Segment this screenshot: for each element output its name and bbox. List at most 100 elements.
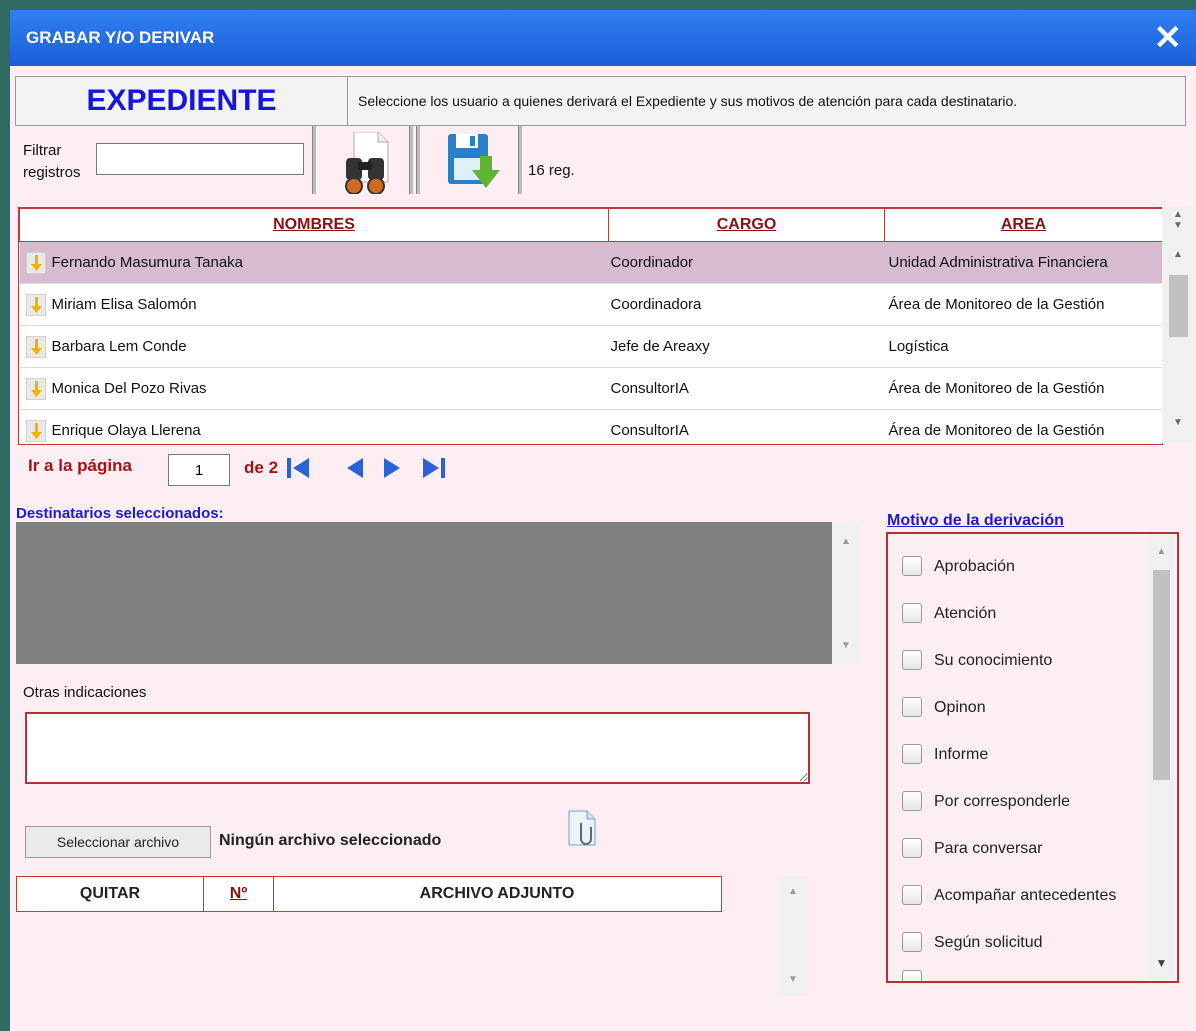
filter-label-line1: Filtrar: [23, 142, 62, 159]
user-name: Enrique Olaya Llerena: [51, 421, 201, 439]
user-name: Miriam Elisa Salomón: [51, 295, 197, 313]
dialog-title-bar: GRABAR Y/O DERIVAR ✕: [10, 10, 1196, 66]
pager-total: de 2: [244, 458, 278, 478]
user-name: Barbara Lem Conde: [51, 337, 187, 355]
page-number-input[interactable]: [168, 454, 230, 486]
cell-nombre: Barbara Lem Conde: [19, 325, 609, 368]
scroll-down-icon[interactable]: ▼: [778, 974, 808, 985]
table-row[interactable]: Barbara Lem Conde Jefe de Areaxy Logística: [19, 325, 1162, 368]
save-icon[interactable]: [446, 130, 502, 192]
derive-arrow-icon[interactable]: [25, 377, 46, 400]
attachments-table-header: QUITAR Nº ARCHIVO ADJUNTO: [16, 876, 722, 912]
cell-nombre: Fernando Masumura Tanaka: [19, 241, 609, 284]
toolbar-divider: [416, 126, 420, 194]
derivar-dialog: GRABAR Y/O DERIVAR ✕ EXPEDIENTE Seleccio…: [10, 10, 1196, 1031]
derive-arrow-icon[interactable]: [25, 293, 46, 316]
scroll-down-icon[interactable]: ▼: [832, 640, 860, 651]
attachment-icon[interactable]: [567, 809, 597, 847]
column-header-cargo[interactable]: CARGO: [608, 208, 885, 242]
motivo-option-label: Aprobación: [934, 558, 1015, 575]
expediente-label: EXPEDIENTE: [16, 77, 348, 125]
filter-input[interactable]: [96, 143, 304, 175]
motivo-label: Motivo de la derivación: [887, 512, 1064, 529]
motivo-option-label: Opinon: [934, 699, 986, 716]
otras-indicaciones-textarea[interactable]: [25, 712, 810, 784]
user-name: Monica Del Pozo Rivas: [51, 379, 207, 397]
first-page-icon[interactable]: [285, 456, 311, 480]
table-scrollbar[interactable]: ▲ ▼ ▲ ▼: [1162, 207, 1194, 443]
last-page-icon[interactable]: [421, 456, 447, 480]
motivo-scrollbar[interactable]: ▲ ▼: [1148, 534, 1175, 981]
scrollbar-thumb[interactable]: [1153, 570, 1170, 780]
motivo-option-label: Según solicitud: [934, 934, 1043, 951]
record-count: 16 reg.: [528, 162, 575, 179]
column-header-numero[interactable]: Nº: [204, 877, 274, 911]
toolbar-divider: [312, 126, 316, 194]
scroll-up-icon[interactable]: ▲: [1148, 546, 1175, 557]
scroll-down-icon[interactable]: ▼: [1162, 417, 1194, 428]
pager-of-label: de: [244, 458, 264, 477]
destinatarios-label: Destinatarios seleccionados:: [16, 505, 224, 522]
checkbox[interactable]: [902, 744, 922, 764]
motivo-option-label: Su conocimiento: [934, 652, 1053, 669]
users-table: NOMBRES CARGO AREA Fernando Masumura Tan…: [18, 207, 1163, 445]
column-header-archivo: ARCHIVO ADJUNTO: [419, 885, 575, 902]
checkbox[interactable]: [902, 556, 922, 576]
cell-cargo: Coordinador: [608, 241, 885, 284]
destinatarios-list[interactable]: [16, 522, 832, 664]
scrollbar-thumb[interactable]: [1169, 275, 1188, 337]
derive-arrow-icon[interactable]: [25, 335, 46, 358]
scroll-up-icon[interactable]: ▲: [1162, 249, 1194, 260]
checkbox[interactable]: [902, 791, 922, 811]
instructions-text: Seleccione los usuario a quienes derivar…: [358, 93, 1018, 109]
otras-indicaciones-label: Otras indicaciones: [23, 684, 147, 701]
table-row[interactable]: Enrique Olaya Llerena ConsultorIA Área de …: [19, 409, 1162, 444]
pager-total-pages: 2: [268, 458, 279, 477]
table-row[interactable]: Monica Del Pozo Rivas ConsultorIA Área de …: [19, 367, 1162, 410]
cell-area: Logística: [884, 325, 1162, 368]
column-header-area[interactable]: AREA: [884, 208, 1162, 242]
select-file-button[interactable]: Seleccionar archivo: [25, 826, 211, 858]
column-header-quitar: QUITAR: [17, 877, 204, 911]
derive-arrow-icon[interactable]: [25, 251, 46, 274]
file-status: Ningún archivo seleccionado: [219, 832, 442, 849]
cell-nombre: Enrique Olaya Llerena: [19, 409, 609, 444]
motivo-option-label: Acompañar antecedentes: [934, 887, 1117, 904]
cell-cargo: ConsultorIA: [608, 367, 885, 410]
column-header-nombres[interactable]: NOMBRES: [19, 208, 609, 242]
scroll-up-icon[interactable]: ▲: [778, 886, 808, 897]
checkbox[interactable]: [902, 650, 922, 670]
motivo-option-label: Para conversar: [934, 840, 1043, 857]
attachments-scrollbar[interactable]: ▲ ▼: [778, 876, 808, 996]
cell-cargo: Coordinadora: [608, 283, 885, 326]
checkbox[interactable]: [902, 932, 922, 952]
cell-cargo: Jefe de Areaxy: [608, 325, 885, 368]
cell-nombre: Monica Del Pozo Rivas: [19, 367, 609, 410]
user-name: Fernando Masumura Tanaka: [51, 253, 244, 271]
scroll-up-icon[interactable]: ▲ ▼: [1162, 209, 1194, 231]
motivo-list: Aprobación Atención Su conocimiento Opinon I…: [886, 532, 1179, 983]
table-row[interactable]: Miriam Elisa Salomón Coordinadora Área de …: [19, 283, 1162, 326]
checkbox[interactable]: [902, 970, 922, 981]
destinatarios-scrollbar[interactable]: ▲ ▼: [832, 522, 860, 664]
checkbox[interactable]: [902, 697, 922, 717]
cell-nombre: Miriam Elisa Salomón: [19, 283, 609, 326]
filter-label-line2: registros: [23, 164, 81, 181]
close-icon[interactable]: ✕: [1154, 18, 1183, 58]
scroll-down-icon[interactable]: ▼: [1148, 956, 1175, 970]
scroll-up-icon[interactable]: ▲: [832, 536, 860, 547]
prev-page-icon[interactable]: [343, 456, 365, 480]
derive-arrow-icon[interactable]: [25, 419, 46, 442]
motivo-option-label: Informe: [934, 746, 989, 763]
toolbar-divider: [518, 126, 522, 194]
cell-cargo: ConsultorIA: [608, 409, 885, 444]
next-page-icon[interactable]: [382, 456, 404, 480]
search-binoculars-icon[interactable]: [340, 132, 392, 194]
checkbox[interactable]: [902, 885, 922, 905]
toolbar-divider: [409, 126, 413, 194]
checkbox[interactable]: [902, 838, 922, 858]
motivo-option-label: Por corresponderle: [934, 793, 1071, 810]
table-row[interactable]: Fernando Masumura Tanaka Coordinador Unida…: [19, 241, 1162, 284]
checkbox[interactable]: [902, 603, 922, 623]
expediente-header: EXPEDIENTE Seleccione los usuario a quie…: [15, 76, 1186, 126]
